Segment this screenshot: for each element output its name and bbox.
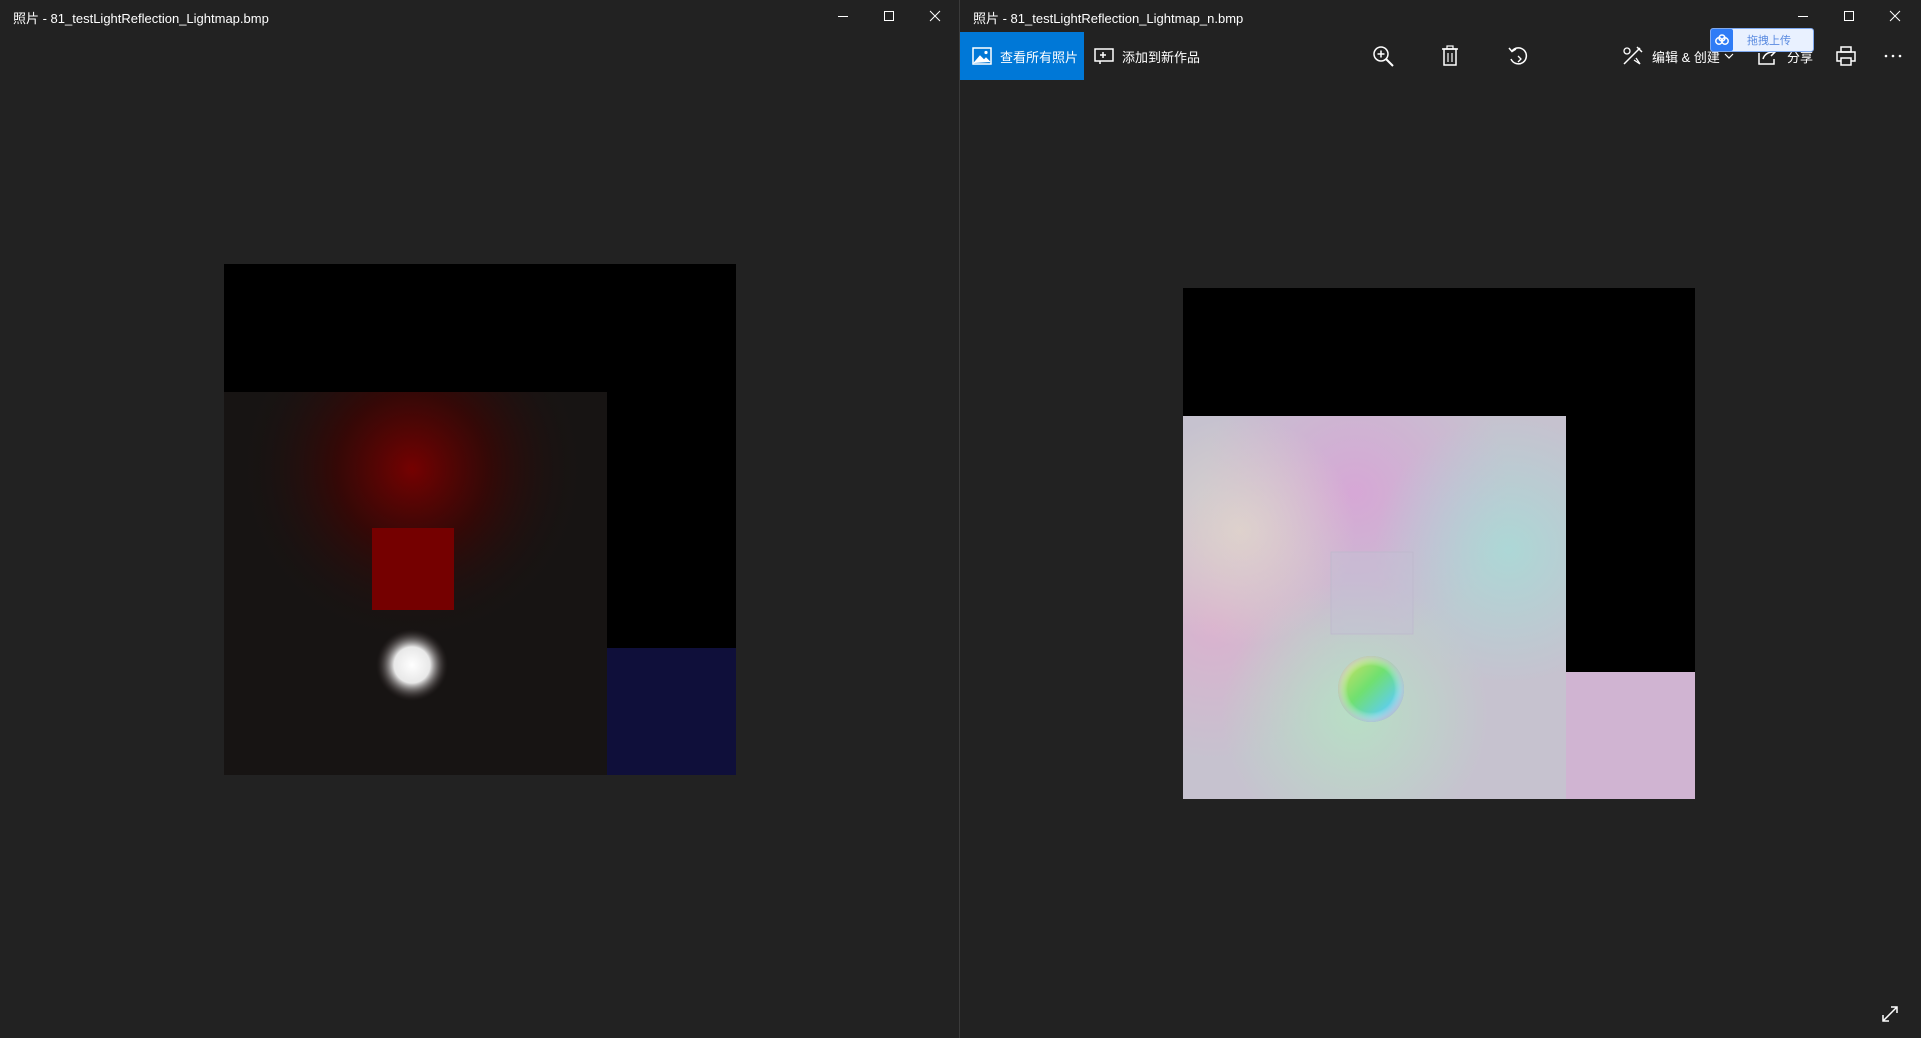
maximize-icon	[1844, 11, 1854, 21]
maximize-icon	[884, 11, 894, 21]
close-button[interactable]	[1872, 0, 1918, 32]
chevron-down-icon	[1724, 53, 1734, 59]
rotate-icon	[1508, 47, 1528, 65]
baidu-cloud-icon	[1711, 29, 1733, 51]
zoom-icon	[1373, 46, 1394, 67]
window-title: 照片 - 81_testLightReflection_Lightmap.bmp	[13, 11, 269, 26]
lightmap-image	[224, 264, 736, 775]
upload-badge-label: 拖拽上传	[1747, 35, 1791, 47]
close-icon	[1889, 10, 1901, 22]
zoom-button[interactable]	[1361, 32, 1405, 80]
more-button[interactable]	[1871, 32, 1915, 80]
delete-button[interactable]	[1428, 32, 1472, 80]
delete-icon	[1442, 45, 1458, 66]
minimize-icon	[838, 16, 848, 17]
edit-create-icon	[1623, 46, 1643, 65]
photos-window-right: 照片 - 81_testLightReflection_Lightmap_n.b…	[960, 0, 1921, 1038]
close-button[interactable]	[912, 0, 958, 32]
rotate-button[interactable]	[1496, 32, 1540, 80]
white-sphere	[376, 629, 448, 701]
add-creation-icon	[1094, 48, 1114, 64]
blue-strip	[607, 648, 736, 775]
photos-window-left: 照片 - 81_testLightReflection_Lightmap.bmp	[0, 0, 960, 1038]
see-all-photos-label: 查看所有照片	[1000, 49, 1079, 65]
more-icon	[1884, 54, 1902, 58]
print-button[interactable]	[1824, 32, 1868, 80]
upload-badge[interactable]: 拖拽上传	[1710, 28, 1814, 52]
photos-icon	[972, 47, 992, 65]
print-icon	[1836, 46, 1856, 66]
square-outline	[1330, 551, 1414, 635]
fullscreen-icon	[1882, 1006, 1898, 1022]
add-to-creation-button[interactable]: 添加到新作品	[1094, 32, 1200, 80]
fullscreen-button[interactable]	[1868, 990, 1912, 1038]
close-icon	[929, 10, 941, 22]
pink-strip	[1566, 672, 1695, 799]
maximize-button[interactable]	[866, 0, 912, 32]
title-bar[interactable]: 照片 - 81_testLightReflection_Lightmap.bmp	[0, 0, 959, 32]
red-square	[372, 528, 454, 610]
minimize-icon	[1798, 16, 1808, 17]
minimize-button[interactable]	[820, 0, 866, 32]
maximize-button[interactable]	[1826, 0, 1872, 32]
normal-map-image	[1183, 288, 1695, 799]
window-title: 照片 - 81_testLightReflection_Lightmap_n.b…	[973, 11, 1244, 26]
add-to-creation-label: 添加到新作品	[1122, 49, 1201, 65]
see-all-photos-button[interactable]: 查看所有照片	[960, 32, 1084, 80]
